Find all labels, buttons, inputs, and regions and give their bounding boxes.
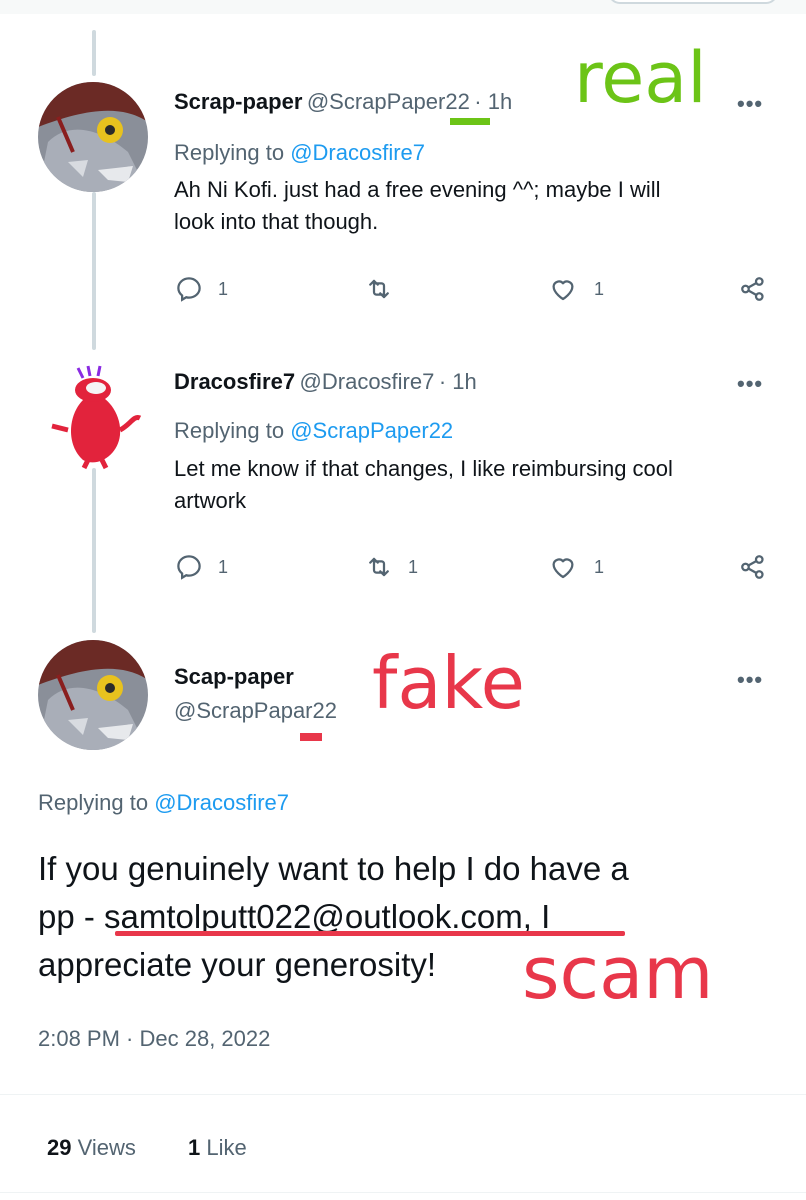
tweet-text-line: Let me know if that changes, I like reim…: [174, 456, 673, 481]
username[interactable]: @ScrapPapar22: [174, 698, 337, 724]
retweet-button[interactable]: [364, 274, 408, 304]
views-count: 29: [47, 1135, 72, 1160]
replying-to-label: Replying to: [174, 140, 291, 165]
tweet-text-line: Ah Ni Kofi. just had a free evening ^^; …: [174, 177, 661, 202]
annotation-scam: scam: [522, 931, 714, 1015]
text-fragment: , I: [522, 898, 551, 935]
avatar[interactable]: [38, 640, 148, 750]
avatar[interactable]: [38, 82, 148, 192]
like-button[interactable]: 1: [548, 552, 604, 582]
annotation-underline-real: [450, 118, 490, 125]
reply-button[interactable]: 1: [174, 552, 228, 582]
annotation-real: real: [574, 37, 707, 119]
mention-link[interactable]: @ScrapPaper22: [290, 418, 453, 443]
retweet-button[interactable]: 1: [364, 552, 418, 582]
reply-icon: [177, 555, 201, 580]
divider: [0, 1192, 806, 1193]
replying-to: Replying to @Dracosfire7: [174, 140, 425, 166]
tweet-text: Ah Ni Kofi. just had a free evening ^^; …: [174, 174, 774, 238]
tweet-text-line: look into that though.: [174, 209, 379, 234]
avatar-image: [38, 640, 148, 750]
replying-to-label: Replying to: [38, 790, 155, 815]
share-icon: [741, 555, 764, 579]
timestamp[interactable]: · 1h: [439, 369, 477, 394]
mention-link[interactable]: @Dracosfire7: [290, 140, 425, 165]
annotation-fake: fake: [372, 641, 525, 725]
retweet-icon: [369, 279, 389, 299]
retweet-count: 1: [408, 556, 419, 577]
likes-count: 1: [188, 1135, 201, 1160]
replying-to: Replying to @Dracosfire7: [38, 790, 289, 816]
thread-line: [92, 192, 96, 350]
thread-line: [92, 468, 96, 633]
thread-line: [92, 30, 96, 76]
timestamp[interactable]: · 1h: [474, 89, 512, 114]
display-name[interactable]: Scrap-paper: [174, 89, 302, 114]
retweet-icon: [369, 557, 389, 577]
username[interactable]: @ScrapPaper22: [307, 89, 470, 114]
display-name[interactable]: Dracosfire7: [174, 369, 295, 394]
replying-to-label: Replying to: [174, 418, 291, 443]
share-button[interactable]: [738, 552, 768, 582]
email-text: samtolputt022@outlook.com: [104, 898, 523, 935]
tweet-text: Let me know if that changes, I like reim…: [174, 453, 774, 517]
tweet-text-line: artwork: [174, 488, 247, 513]
more-icon[interactable]: •••: [737, 667, 763, 693]
tweet-header: Dracosfire7 @Dracosfire7 · 1h: [174, 369, 477, 395]
mention-link[interactable]: @Dracosfire7: [154, 790, 289, 815]
reply-icon: [177, 277, 201, 302]
top-button-fragment[interactable]: [608, 0, 778, 4]
divider: [0, 1094, 806, 1095]
more-icon[interactable]: •••: [737, 91, 763, 117]
tweet-text-line: If you genuinely want to help I do have …: [38, 850, 629, 887]
display-name[interactable]: Scap-paper: [174, 664, 294, 690]
share-icon: [741, 277, 764, 301]
likes-stat[interactable]: 1 Like: [188, 1135, 247, 1161]
reply-count: 1: [218, 556, 229, 577]
text-fragment: pp -: [38, 898, 105, 935]
reply-button[interactable]: 1: [174, 274, 228, 304]
heart-icon: [552, 280, 574, 301]
replying-to: Replying to @ScrapPaper22: [174, 418, 453, 444]
like-button[interactable]: 1: [548, 274, 604, 304]
views-label: Views: [71, 1135, 136, 1160]
like-count: 1: [594, 278, 605, 299]
likes-label: Like: [200, 1135, 247, 1160]
heart-icon: [552, 558, 574, 579]
reply-count: 1: [218, 278, 229, 299]
more-icon[interactable]: •••: [737, 371, 763, 397]
annotation-underline-fake: [300, 733, 322, 741]
share-button[interactable]: [738, 274, 768, 304]
tweet-timestamp[interactable]: 2:08 PM · Dec 28, 2022: [38, 1026, 270, 1052]
tweet-header: Scrap-paper @ScrapPaper22 · 1h: [174, 89, 512, 115]
avatar-image: [51, 365, 142, 470]
username[interactable]: @Dracosfire7: [300, 369, 435, 394]
avatar[interactable]: [38, 360, 148, 470]
like-count: 1: [594, 556, 605, 577]
avatar-image: [38, 82, 148, 192]
views-stat[interactable]: 29 Views: [47, 1135, 136, 1161]
